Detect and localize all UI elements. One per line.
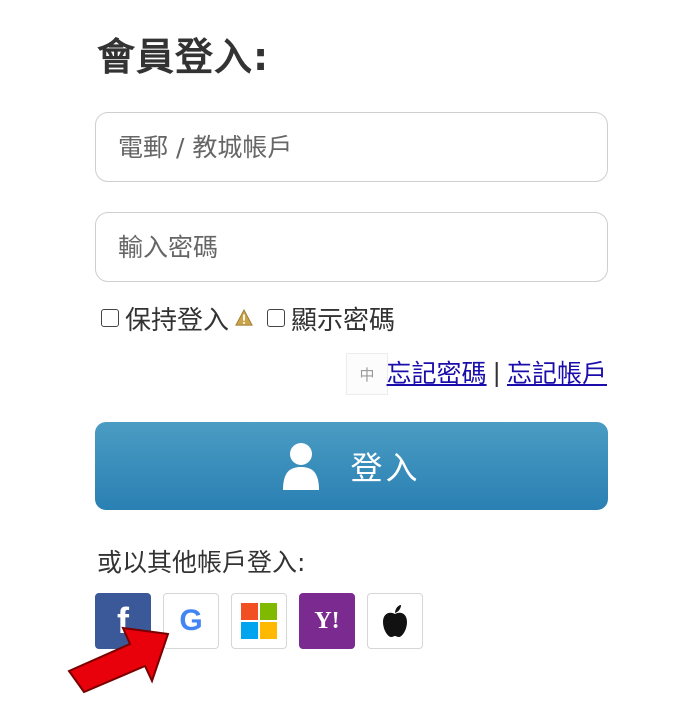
apple-login-button[interactable] [367, 593, 423, 649]
yahoo-icon: Y! [314, 607, 340, 634]
microsoft-icon [241, 603, 277, 639]
annotation-arrow [67, 626, 170, 694]
remember-label[interactable]: 保持登入 [125, 300, 229, 337]
login-button[interactable]: 登入 [95, 422, 608, 510]
link-separator: | [492, 357, 501, 387]
login-title: 會員登入: [97, 35, 270, 79]
login-button-label: 登入 [350, 449, 421, 487]
recovery-links: 忘記密碼 | 忘記帳戶 [387, 355, 607, 389]
password-input[interactable] [95, 212, 608, 282]
social-login-heading: 或以其他帳戶登入: [97, 548, 306, 577]
warning-icon [235, 309, 253, 326]
show-password-checkbox[interactable] [267, 309, 286, 327]
remember-checkbox[interactable] [101, 309, 119, 327]
user-icon [283, 443, 320, 490]
forgot-password-link[interactable]: 忘記密碼 [387, 354, 487, 390]
ime-indicator: 中 [346, 353, 388, 395]
login-options: 保持登入 顯示密碼 [101, 300, 395, 336]
account-input[interactable] [95, 112, 608, 182]
show-password-label[interactable]: 顯示密碼 [291, 300, 395, 337]
microsoft-login-button[interactable] [231, 593, 287, 649]
yahoo-login-button[interactable]: Y! [299, 593, 355, 649]
google-icon: G [179, 604, 203, 637]
forgot-account-link[interactable]: 忘記帳戶 [507, 354, 607, 390]
apple-icon [383, 605, 407, 637]
